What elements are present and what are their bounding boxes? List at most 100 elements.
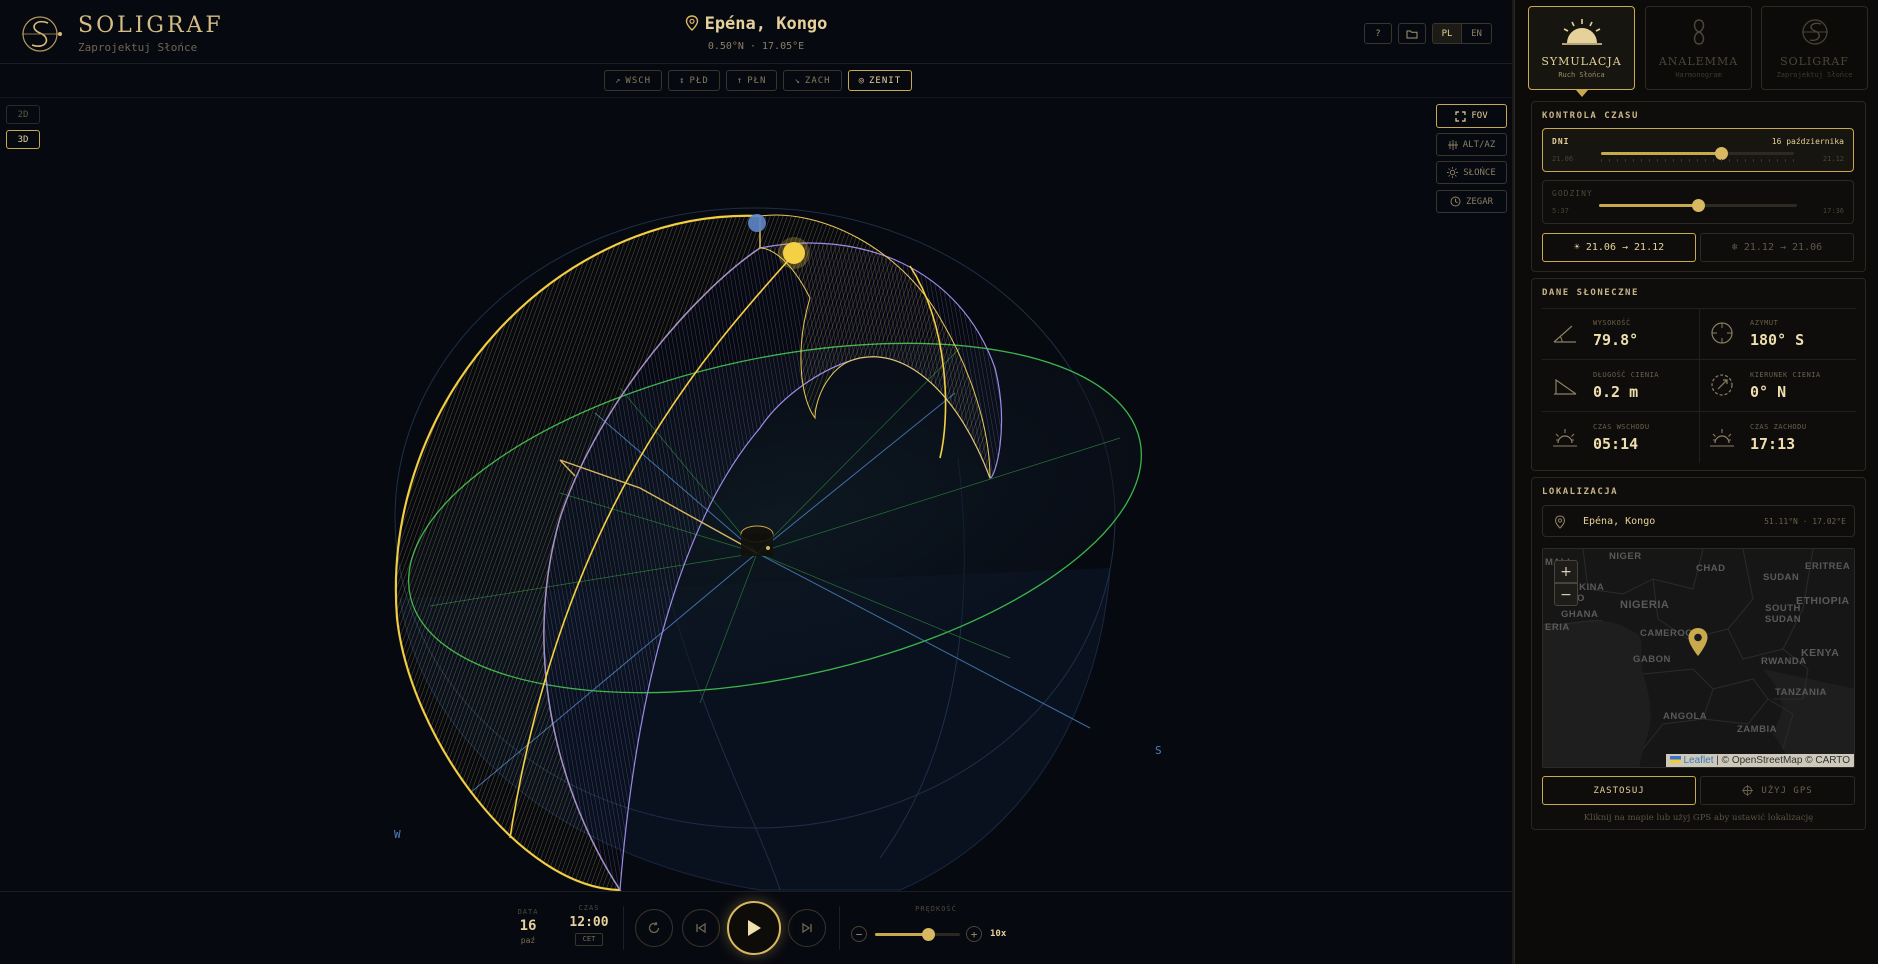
- azimuth-label: AZYMUT: [1750, 319, 1779, 327]
- days-current-date: 16 października: [1771, 137, 1844, 146]
- speed-increase-button[interactable]: +: [966, 926, 982, 942]
- season-winter-summer-button[interactable]: ❄ 21.12 → 21.06: [1700, 233, 1854, 262]
- speed-caption: PRĘDKOŚĆ: [915, 905, 957, 913]
- sunrise-cell: CZAS WSCHODU 05:14: [1542, 412, 1699, 463]
- tab-analemma[interactable]: ANALEMMA Harmonogram: [1645, 6, 1752, 90]
- apply-button[interactable]: ZASTOSUJ: [1542, 776, 1696, 805]
- tab-soligraf[interactable]: SOLIGRAF Zaprojektuj Słońce: [1761, 6, 1868, 90]
- solar-data-card: DANE SŁONECZNE WYSOKOŚĆ 79.8° AZYMUT 180…: [1531, 278, 1866, 471]
- days-min: 21.06: [1552, 155, 1574, 163]
- previous-button[interactable]: [682, 909, 720, 947]
- season-label: 21.06 → 21.12: [1585, 242, 1665, 253]
- map-label: ZAMBIA: [1737, 724, 1777, 735]
- map-label: ERITREA: [1805, 561, 1851, 572]
- shadow-direction-value: 0° N: [1750, 383, 1787, 401]
- compass-south-label: S: [1155, 744, 1162, 757]
- arrow-icon: ↕: [679, 75, 686, 86]
- map-label: SUDAN: [1763, 572, 1800, 583]
- view-label: ZACH: [804, 75, 831, 86]
- sun-icon: [1447, 167, 1459, 178]
- hours-slider[interactable]: [1599, 199, 1797, 212]
- days-slider[interactable]: [1601, 147, 1794, 160]
- clock-label: ZEGAR: [1465, 196, 1494, 207]
- speed-decrease-button[interactable]: −: [851, 926, 867, 942]
- map-label: RWANDA: [1761, 656, 1807, 667]
- view-west-button[interactable]: ↘ ZACH: [783, 70, 842, 91]
- date-display: DATA 16 paź: [512, 908, 544, 945]
- time-value: 12:00: [569, 915, 609, 930]
- hours-label: GODZINY: [1552, 189, 1593, 198]
- sunset-value: 17:13: [1750, 435, 1796, 453]
- altaz-button[interactable]: ALT/AZ: [1436, 133, 1507, 156]
- location-pin-icon: [1554, 515, 1566, 529]
- tab-name: ANALEMMA: [1658, 55, 1739, 68]
- view-east-button[interactable]: ↗ WSCH: [604, 70, 663, 91]
- view-south-button[interactable]: ↕ PŁD: [668, 70, 720, 91]
- location-coords: 0.50°N · 17.05°E: [707, 41, 805, 52]
- sun-toggle-button[interactable]: SŁOŃCE: [1436, 161, 1507, 184]
- view-label: PŁN: [747, 75, 767, 86]
- map-label: ETHIOPIA: [1796, 595, 1850, 607]
- season-label: 21.12 → 21.06: [1743, 242, 1823, 253]
- season-summer-winter-button[interactable]: ☀ 21.06 → 21.12: [1542, 233, 1696, 262]
- card-title: KONTROLA CZASU: [1542, 111, 1639, 121]
- view-3d-button[interactable]: 3D: [6, 130, 40, 149]
- shadow-length-icon: [1554, 378, 1577, 395]
- sun-icon: ☀: [1573, 242, 1580, 253]
- lang-en-button[interactable]: EN: [1462, 24, 1491, 43]
- fov-button[interactable]: FOV: [1436, 104, 1507, 128]
- shadow-direction-cell: KIERUNEK CIENIA 0° N: [1699, 360, 1856, 411]
- shadow-length-value: 0.2 m: [1593, 383, 1639, 401]
- speed-slider-handle[interactable]: [921, 928, 935, 941]
- location-field[interactable]: Epéna, Kongo 51.11°N · 17.02°E: [1542, 505, 1855, 537]
- card-title: LOKALIZACJA: [1542, 487, 1619, 497]
- view-zenith-button[interactable]: ◎ ZENIT: [847, 70, 913, 91]
- azimuth-value: 180° S: [1750, 331, 1805, 349]
- reset-button[interactable]: [635, 909, 673, 947]
- divider: [839, 906, 840, 950]
- skip-back-icon: [696, 922, 706, 934]
- tab-name: SOLIGRAF: [1780, 55, 1849, 68]
- next-button[interactable]: [788, 909, 826, 947]
- map-label: ERIA: [1545, 622, 1570, 633]
- time-display: CZAS 12:00 CET: [566, 904, 612, 946]
- view-north-button[interactable]: ↑ PŁN: [725, 70, 778, 91]
- location-map[interactable]: MALI NIGER CHAD ERITREA BURKINA FASO NIG…: [1542, 548, 1855, 768]
- sky-dome-scene[interactable]: [0, 98, 1512, 891]
- map-zoom-in-button[interactable]: +: [1554, 560, 1578, 583]
- azimuth-cell: AZYMUT 180° S: [1699, 308, 1856, 359]
- map-marker-icon[interactable]: [1687, 627, 1709, 657]
- view-2d-button[interactable]: 2D: [6, 105, 40, 124]
- hours-slider-box: GODZINY 5:37 17:36: [1542, 180, 1854, 224]
- map-label: TANZANIA: [1775, 687, 1827, 698]
- target-icon: ◎: [858, 75, 866, 86]
- leaflet-link[interactable]: Leaflet: [1684, 755, 1714, 766]
- altitude-cell: WYSOKOŚĆ 79.8°: [1542, 308, 1699, 359]
- skip-forward-icon: [802, 922, 812, 934]
- shadow-length-cell: DŁUGOŚĆ CIENIA 0.2 m: [1542, 360, 1699, 411]
- tab-simulation[interactable]: SYMULACJA Ruch Słońca: [1528, 6, 1635, 90]
- grid-icon: [1447, 139, 1458, 150]
- attribution-text: | © OpenStreetMap © CARTO: [1713, 755, 1850, 766]
- location-title: Epéna, Kongo: [0, 14, 1512, 34]
- playback-bar: DATA 16 paź CZAS 12:00 CET PRĘDKOŚĆ − + …: [0, 891, 1512, 964]
- days-label: DNI: [1552, 137, 1570, 146]
- map-zoom-out-button[interactable]: −: [1554, 583, 1578, 606]
- map-label: CHAD: [1696, 563, 1726, 574]
- help-button[interactable]: ?: [1364, 23, 1392, 44]
- arrow-icon: ↘: [794, 75, 801, 86]
- folder-button[interactable]: [1398, 23, 1426, 44]
- hours-slider-handle[interactable]: [1692, 199, 1705, 212]
- play-button[interactable]: [727, 901, 781, 955]
- clock-toggle-button[interactable]: ZEGAR: [1436, 190, 1507, 213]
- shadow-length-label: DŁUGOŚĆ CIENIA: [1593, 371, 1660, 379]
- speed-slider[interactable]: [875, 928, 960, 941]
- location-field-coords: 51.11°N · 17.02°E: [1764, 517, 1846, 526]
- card-title: DANE SŁONECZNE: [1542, 288, 1639, 298]
- use-gps-button[interactable]: UŻYJ GPS: [1700, 776, 1855, 805]
- days-slider-fill: [1601, 152, 1721, 155]
- hours-min: 5:37: [1552, 207, 1569, 215]
- lang-pl-button[interactable]: PL: [1433, 24, 1462, 43]
- map-label: NIGER: [1609, 551, 1642, 562]
- app-header: SOLIGRAF Zaprojektuj Słońce Epéna, Kongo…: [0, 0, 1512, 64]
